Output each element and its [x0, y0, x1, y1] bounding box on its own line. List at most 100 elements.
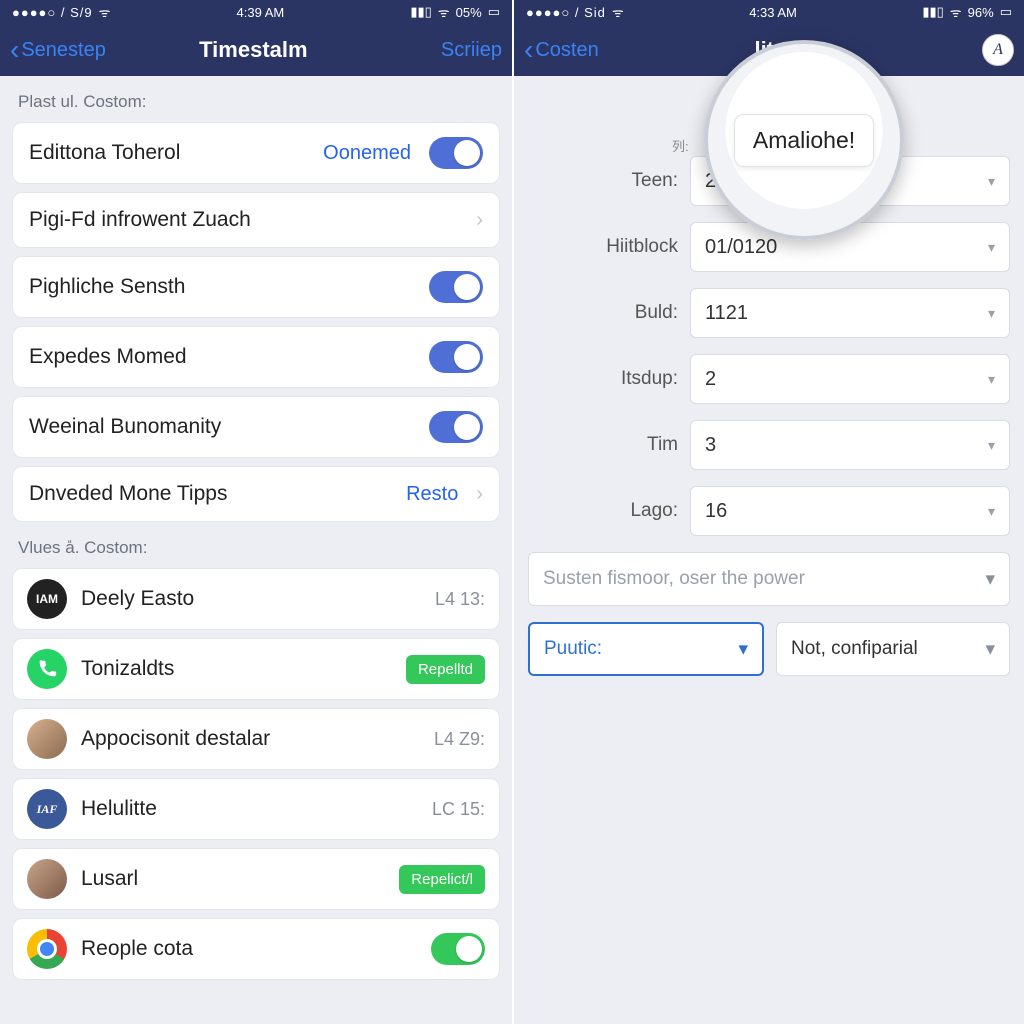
content-area: Plast ul. Costom: Edittona Toherol Oonem… — [0, 76, 512, 1024]
select-puutic[interactable]: Puutic: ▾ — [528, 622, 764, 676]
form-row-itsdup: Itsdup: 2 ▾ — [528, 354, 1010, 404]
setting-label: Pigi-Fd infrowent Zuach — [29, 208, 251, 232]
toggle-switch[interactable] — [429, 411, 483, 443]
chevron-down-icon: ▾ — [738, 638, 748, 661]
chevron-left-icon: ‹ — [524, 36, 533, 64]
setting-label: Pighliche Sensth — [29, 275, 185, 299]
select-value: 01/0120 — [705, 236, 777, 259]
contacts-list: IAM Deely Easto L4 13: Tonizaldts Repell… — [0, 568, 512, 980]
setting-row-dnveded[interactable]: Dnveded Mone Tipps Resto › — [12, 466, 500, 522]
contact-meta: LC 15: — [432, 799, 485, 820]
select-buld[interactable]: 1121 ▾ — [690, 288, 1010, 338]
form-row-buld: Buld: 1121 ▾ — [528, 288, 1010, 338]
field-label: Tim — [528, 434, 678, 456]
setting-row-expedes[interactable]: Expedes Momed — [12, 326, 500, 388]
field-label: Teen: — [528, 170, 678, 192]
battery-icon: ▭ — [488, 4, 500, 20]
contact-name: Appocisonit destalar — [81, 727, 420, 751]
form-row-pair: Puutic: ▾ Not, confiparial ▾ — [528, 622, 1010, 676]
list-item[interactable]: Lusarl Repelict/l — [12, 848, 500, 910]
avatar: IAM — [27, 579, 67, 619]
select-hiitblock[interactable]: 01/0120 ▾ — [690, 222, 1010, 272]
form-row-tim: Tim 3 ▾ — [528, 420, 1010, 470]
list-item[interactable]: Appocisonit destalar L4 Z9: — [12, 708, 500, 770]
setting-value: Resto — [406, 483, 458, 506]
list-item[interactable]: Tonizaldts Repelltd — [12, 638, 500, 700]
setting-label: Edittona Toherol — [29, 141, 180, 165]
status-time: 4:33 AM — [749, 5, 797, 20]
field-label: Buld: — [528, 302, 678, 324]
select-value: 16 — [705, 500, 727, 523]
battery-percent: 96% — [968, 5, 994, 20]
avatar — [27, 859, 67, 899]
setting-row-pigifd[interactable]: Pigi-Fd infrowent Zuach › — [12, 192, 500, 248]
contact-name: Deely Easto — [81, 587, 421, 611]
status-bar: ●●●●○ / Sid ᯤ 4:33 AM ▮▮▯ ᯤ 96% ▭ — [514, 0, 1024, 24]
list-item[interactable]: IAM Deely Easto L4 13: — [12, 568, 500, 630]
field-label: Itsdup: — [528, 368, 678, 390]
section-header: Vlues a̎. Costom: — [0, 522, 512, 568]
contact-meta: L4 13: — [435, 589, 485, 610]
signal-dots: ●●●●○ / S/9 — [12, 5, 93, 20]
chevron-down-icon: ▾ — [985, 638, 995, 661]
nav-action-button[interactable]: Scriiep — [441, 39, 502, 62]
profile-button[interactable]: A — [982, 34, 1014, 66]
select-placeholder: Susten fismoor, oser the power — [543, 568, 805, 590]
nav-bar: ‹ Senestep Timestalm Scriiep — [0, 24, 512, 76]
field-label: Lago: — [528, 500, 678, 522]
contact-meta: L4 Z9: — [434, 729, 485, 750]
setting-row-weeinal[interactable]: Weeinal Bunomanity — [12, 396, 500, 458]
chrome-icon — [27, 929, 67, 969]
wifi-icon: ᯤ — [950, 3, 962, 21]
select-tim[interactable]: 3 ▾ — [690, 420, 1010, 470]
toggle-switch[interactable] — [429, 137, 483, 169]
avatar — [27, 719, 67, 759]
battery-percent: 05% — [456, 5, 482, 20]
phone-left: ●●●●○ / S/9 ᯤ 4:39 AM ▮▮▯ ᯤ 05% ▭ ‹ Sene… — [0, 0, 512, 1024]
select-confiparial[interactable]: Not, confiparial ▾ — [776, 622, 1010, 676]
chevron-right-icon: › — [476, 483, 483, 506]
chevron-down-icon: ▾ — [988, 305, 995, 322]
toggle-switch[interactable] — [431, 933, 485, 965]
chevron-down-icon: ▾ — [985, 568, 995, 591]
chevron-down-icon: ▾ — [988, 239, 995, 256]
setting-row-edittona[interactable]: Edittona Toherol Oonemed — [12, 122, 500, 184]
select-value: Not, confiparial — [791, 638, 918, 660]
select-lago[interactable]: 16 ▾ — [690, 486, 1010, 536]
magnifier-bubble: Amaliohe! — [734, 114, 874, 167]
form-row-wide1: Susten fismoor, oser the power ▾ — [528, 552, 1010, 606]
cell-signal-icon: ▮▮▯ — [922, 4, 943, 20]
contact-name: Lusarl — [81, 867, 385, 891]
select-value: 3 — [705, 434, 716, 457]
select-value: 2 — [705, 368, 716, 391]
select-value: Puutic: — [544, 638, 602, 660]
contact-name: Helulitte — [81, 797, 418, 821]
list-item[interactable]: IAF Helulitte LC 15: — [12, 778, 500, 840]
setting-label: Dnveded Mone Tipps — [29, 482, 227, 506]
magnifier-hint: 列: — [672, 136, 689, 155]
status-time: 4:39 AM — [237, 5, 285, 20]
select-itsdup[interactable]: 2 ▾ — [690, 354, 1010, 404]
list-item[interactable]: Reople cota — [12, 918, 500, 980]
select-susten[interactable]: Susten fismoor, oser the power ▾ — [528, 552, 1010, 606]
setting-value: Oonemed — [323, 142, 411, 165]
action-pill[interactable]: Repelict/l — [399, 865, 485, 894]
chevron-down-icon: ▾ — [988, 173, 995, 190]
wifi-icon: ᯤ — [612, 3, 624, 21]
field-label: Hiitblock — [528, 236, 678, 258]
select-value: 1121 — [705, 302, 748, 325]
setting-row-pighliche[interactable]: Pighliche Sensth — [12, 256, 500, 318]
toggle-switch[interactable] — [429, 341, 483, 373]
section-header: Plast ul. Costom: — [0, 76, 512, 122]
battery-icon: ▭ — [1000, 4, 1012, 20]
phone-right: ●●●●○ / Sid ᯤ 4:33 AM ▮▮▯ ᯤ 96% ▭ ‹ Cost… — [512, 0, 1024, 1024]
chevron-right-icon: › — [476, 209, 483, 232]
avatar: IAF — [27, 789, 67, 829]
action-pill[interactable]: Repelltd — [406, 655, 485, 684]
wifi-icon: ᯤ — [438, 3, 450, 21]
contact-name: Reople cota — [81, 937, 417, 961]
chevron-down-icon: ▾ — [988, 437, 995, 454]
avatar — [27, 649, 67, 689]
toggle-switch[interactable] — [429, 271, 483, 303]
status-bar: ●●●●○ / S/9 ᯤ 4:39 AM ▮▮▯ ᯤ 05% ▭ — [0, 0, 512, 24]
